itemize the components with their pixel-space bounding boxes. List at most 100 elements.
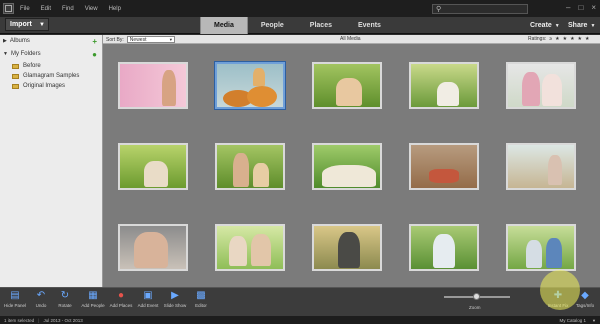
play-icon: ▶	[171, 290, 179, 301]
status-divider: |	[38, 317, 40, 323]
folder-item-glamagram-samples[interactable]: Glamagram Samples	[12, 73, 109, 79]
folder-item-before[interactable]: Before	[12, 63, 109, 69]
add-places-label: Add Places	[109, 303, 133, 308]
tags-info-label: Tags/Info	[575, 303, 595, 308]
star-icon[interactable]: ★	[555, 36, 559, 42]
tab-places[interactable]: Places	[297, 17, 345, 34]
sort-value: Newest	[129, 36, 147, 43]
menu-help[interactable]: Help	[109, 6, 121, 12]
search-icon: ⚲	[436, 6, 442, 13]
photo-thumbnail[interactable]	[312, 143, 382, 190]
catalog-label: My Catalog 1	[559, 317, 586, 323]
albums-label: Albums	[9, 38, 30, 44]
undo-label: Undo	[35, 303, 47, 308]
photo-thumbnail[interactable]	[215, 143, 285, 190]
panel-icon: ▤	[10, 290, 20, 301]
rotate-button[interactable]: ↻ Rotate	[50, 290, 80, 308]
add-people-button[interactable]: ▦ Add People	[78, 290, 108, 308]
sort-select[interactable]: Newest ▼	[126, 36, 175, 43]
folder-icon	[12, 63, 19, 69]
chevron-down-icon: ▼	[168, 37, 173, 42]
maximize-button[interactable]: □	[578, 3, 583, 12]
bottom-dock: ▤ Hide Panel ↶ Undo ↻ Rotate ▦ Add Peopl…	[0, 287, 600, 316]
highlight-glow	[540, 270, 580, 310]
undo-icon: ↶	[36, 290, 46, 301]
triangle-down-icon: ▼	[3, 51, 8, 57]
photo-thumbnail[interactable]	[409, 224, 479, 271]
photo-thumbnail[interactable]	[118, 62, 188, 109]
photo-thumbnail[interactable]	[118, 224, 188, 271]
my-folders-header[interactable]: ▼ My Folders ●	[3, 50, 100, 59]
photo-thumbnail[interactable]	[312, 224, 382, 271]
calendar-icon: ▣	[143, 290, 153, 301]
add-event-button[interactable]: ▣ Add Event	[133, 290, 163, 308]
close-button[interactable]: ×	[591, 3, 596, 12]
add-event-label: Add Event	[137, 303, 159, 308]
create-label: Create	[530, 22, 552, 29]
title-bar: File Edit Find View Help ⚲ – □ ×	[0, 0, 600, 17]
add-album-icon[interactable]: +	[92, 37, 97, 46]
folder-icon	[12, 83, 19, 89]
star-icon[interactable]: ★	[585, 36, 589, 42]
main-toolbar: Import ▼ Media People Places Events Crea…	[0, 17, 600, 34]
sort-by-label: Sort By:	[106, 36, 124, 43]
add-places-button[interactable]: ● Add Places	[106, 290, 136, 308]
filter-bar: Sort By: Newest ▼ All Media Ratings: ≥ ★…	[103, 35, 600, 44]
menu-view[interactable]: View	[85, 6, 98, 12]
photo-thumbnail[interactable]	[215, 224, 285, 271]
rotate-label: Rotate	[58, 303, 72, 308]
chevron-down-icon: ▼	[554, 22, 560, 29]
people-icon: ▦	[88, 290, 98, 301]
star-icon[interactable]: ★	[570, 36, 574, 42]
photo-thumbnail[interactable]	[409, 62, 479, 109]
ratings-label: Ratings:	[528, 36, 547, 42]
menu-edit[interactable]: Edit	[41, 6, 51, 12]
star-icon[interactable]: ≥	[549, 36, 552, 42]
zoom-slider-handle[interactable]	[473, 293, 480, 300]
tab-events[interactable]: Events	[345, 17, 394, 34]
menu-file[interactable]: File	[20, 6, 30, 12]
star-icon[interactable]: ★	[563, 36, 567, 42]
tab-people[interactable]: People	[248, 17, 297, 34]
status-bar: 1 item selected | Jul 2013 - Oct 2013 My…	[0, 316, 600, 324]
media-grid	[103, 44, 600, 287]
folder-label: Glamagram Samples	[23, 73, 80, 79]
photo-thumbnail[interactable]	[506, 224, 576, 271]
create-button[interactable]: Create ▼	[530, 17, 560, 34]
import-button[interactable]: Import ▼	[5, 18, 49, 31]
chevron-down-icon: ▼	[590, 22, 596, 29]
editor-button[interactable]: ▩ Editor	[186, 290, 216, 308]
photo-thumbnail[interactable]	[409, 143, 479, 190]
my-folders-label: My Folders	[10, 51, 41, 57]
share-label: Share	[568, 22, 588, 29]
photo-thumbnail[interactable]	[215, 62, 285, 109]
left-panel: ▶ Albums + ▼ My Folders ● Before Glamagr…	[0, 35, 103, 287]
folder-label: Before	[23, 63, 41, 69]
rotate-icon: ↻	[60, 290, 70, 301]
star-icon[interactable]: ★	[578, 36, 582, 42]
import-label: Import	[10, 21, 32, 28]
slide-show-label: Slide Show	[163, 303, 187, 308]
folder-item-original-images[interactable]: Original Images	[12, 83, 109, 89]
triangle-right-icon: ▶	[3, 38, 7, 44]
albums-header[interactable]: ▶ Albums +	[3, 37, 100, 46]
share-button[interactable]: Share ▼	[568, 17, 595, 34]
tab-media[interactable]: Media	[200, 17, 248, 34]
photo-thumbnail[interactable]	[506, 62, 576, 109]
selection-status: 1 item selected	[4, 317, 35, 323]
ratings-filter: Ratings: ≥ ★ ★ ★ ★ ★	[528, 36, 590, 42]
editor-label: Editor	[195, 303, 207, 308]
add-people-label: Add People	[81, 303, 105, 308]
photo-thumbnail[interactable]	[506, 143, 576, 190]
menu-find[interactable]: Find	[62, 6, 74, 12]
photo-thumbnail[interactable]	[118, 143, 188, 190]
minimize-button[interactable]: –	[566, 3, 570, 12]
folder-label: Original Images	[23, 83, 66, 89]
photo-thumbnail[interactable]	[312, 62, 382, 109]
map-pin-icon: ●	[117, 290, 125, 301]
folder-view-icon[interactable]: ●	[92, 50, 97, 59]
search-input[interactable]: ⚲	[432, 4, 528, 14]
editor-icon: ▩	[196, 290, 206, 301]
chevron-down-icon[interactable]: ▼	[592, 318, 596, 323]
chevron-down-icon: ▼	[39, 21, 45, 28]
